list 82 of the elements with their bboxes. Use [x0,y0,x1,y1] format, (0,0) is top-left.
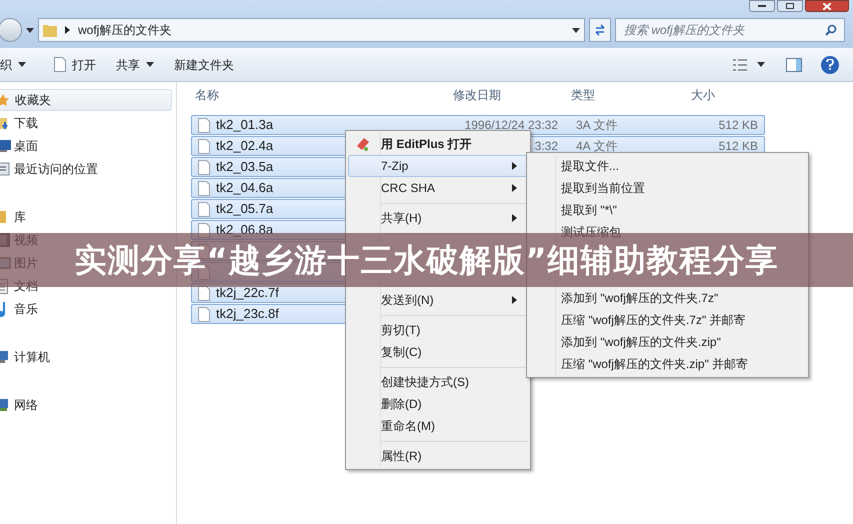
file-name: tk2j_22c.7f [216,284,279,302]
file-icon [198,138,210,154]
menu-item[interactable]: 用 EditPlus 打开 [348,133,528,155]
file-date: 1996/12/24 23:32 [464,117,558,134]
search-field[interactable]: 搜索 wofj解压的文件夹 [615,18,845,42]
column-header[interactable]: 名称 [191,86,453,104]
file-name: tk2_04.6a [216,179,274,198]
file-icon [198,202,210,216]
submenu-arrow-icon [65,26,70,34]
menu-item[interactable]: 属性(R) [348,445,528,467]
column-header[interactable]: 大小 [691,86,761,104]
menu-item[interactable]: CRC SHA [348,177,528,199]
file-row[interactable]: tk2_01.3a 1996/12/24 23:32 3A 文件 512 KB [191,115,765,135]
search-icon [825,24,837,36]
pencil-icon [355,136,371,152]
file-date: 3:32 [534,138,558,155]
question-mark-icon [826,59,834,70]
refresh-button[interactable] [589,18,611,42]
close-button[interactable] [805,0,849,12]
menu-item[interactable]: 剪切(T) [348,319,528,341]
menu-item[interactable]: 发送到(N) [348,289,528,311]
column-header[interactable]: 类型 [571,86,691,104]
menu-item[interactable]: 提取文件... [527,155,808,177]
nav-item[interactable]: 最近访问的位置 [0,158,104,180]
folder-icon [43,23,57,37]
file-name: tk2_06.8a [216,221,274,240]
toolbar-button[interactable]: 新建文件夹 [164,52,244,76]
file-size: 512 KB [718,117,758,134]
menu-item[interactable]: 压缩 "wofj解压的文件夹.7z" 并邮寄 [527,309,808,331]
help-button[interactable] [821,56,839,74]
toolbar-button[interactable]: 织 [0,52,44,76]
menu-item[interactable]: 提取到 "*\" [527,199,808,221]
monitor-icon [0,140,11,152]
nav-item[interactable]: 收藏夹 [0,89,172,111]
menu-item[interactable]: 添加到 "wofj解压的文件夹.zip" [527,331,808,353]
minimize-button[interactable] [749,0,775,12]
file-name: tk2_01.3a [216,116,274,134]
menu-item[interactable]: 提取到当前位置 [527,177,808,199]
caret-icon [757,62,765,67]
address-path: wofj解压的文件夹 [78,22,172,39]
toolbar-button[interactable]: 共享 [106,52,164,76]
folder-download-icon [0,116,10,130]
file-icon [54,57,66,72]
address-bar[interactable]: wofj解压的文件夹 [38,18,585,42]
recent-places-icon [0,162,10,176]
file-icon [198,118,210,132]
nav-item[interactable]: 网络 [0,394,44,416]
file-name: tk2_02.4a [216,137,274,156]
file-type: 3A 文件 [576,118,618,132]
nav-item[interactable]: 库 [0,206,32,228]
nav-item[interactable]: 下载 [0,112,44,134]
close-icon [823,2,831,10]
menu-item[interactable]: 删除(D) [348,393,528,415]
toolbar-button[interactable]: 打开 [44,52,106,76]
file-name: tk2j_23c.8f [216,305,279,324]
menu-item[interactable]: 复制(C) [348,341,528,363]
star-icon [0,94,9,106]
caret-icon [572,28,580,32]
menu-item[interactable]: 创建快捷方式(S) [348,371,528,393]
back-button[interactable] [0,18,22,42]
file-icon [198,306,210,322]
file-icon [198,286,210,300]
file-name: tk2_05.7a [216,200,274,218]
menu-item[interactable]: 重命名(M) [348,415,528,437]
file-size: 512 KB [718,138,758,155]
menu-item[interactable]: 共享(H) [348,207,528,229]
pane-icon [786,58,802,72]
menu-item[interactable]: 添加到 "wofj解压的文件夹.7z" [527,287,808,309]
nav-item[interactable]: 计算机 [0,346,56,368]
refresh-arrows-icon [594,24,606,36]
file-type: 4A 文件 [576,139,618,153]
caret-icon [26,28,34,32]
file-name: tk2_03.5a [216,158,274,176]
list-view-icon [733,58,747,70]
menu-item[interactable]: 压缩 "wofj解压的文件夹.zip" 并邮寄 [527,353,808,375]
file-icon [198,180,210,196]
file-icon [198,160,210,174]
nav-item[interactable]: 音乐 [0,298,44,320]
column-header[interactable]: 修改日期 [453,86,571,104]
nav-item[interactable]: 桌面 [0,135,44,157]
menu-item[interactable]: 7-Zip [348,155,528,177]
restore-button[interactable] [777,0,803,12]
